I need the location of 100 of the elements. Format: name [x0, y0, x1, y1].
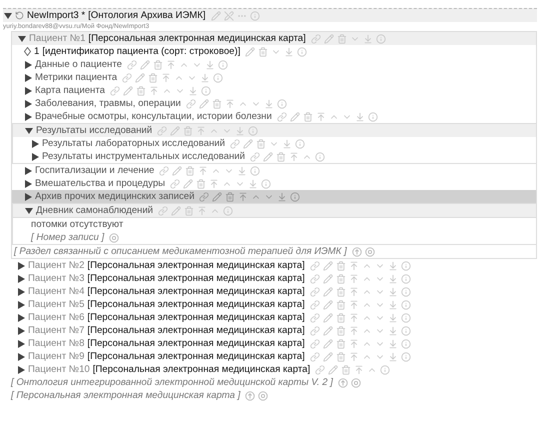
- expand-triangle-icon[interactable]: [24, 74, 32, 82]
- tree-node-row[interactable]: Результаты исследований: [13, 124, 536, 137]
- info-icon[interactable]: [376, 34, 386, 44]
- circled-arrow-icon[interactable]: [245, 390, 256, 400]
- trash-icon[interactable]: [148, 72, 158, 82]
- trash-icon[interactable]: [336, 260, 346, 270]
- pencil-icon[interactable]: [328, 364, 338, 374]
- arrow-down-to-line-icon[interactable]: [362, 34, 373, 44]
- info-icon[interactable]: [261, 178, 272, 188]
- info-icon[interactable]: [400, 300, 411, 310]
- info-icon[interactable]: [218, 60, 228, 70]
- tree-node-row[interactable]: Дневник самонаблюдений: [13, 204, 536, 217]
- arrow-down-to-line-icon[interactable]: [248, 178, 258, 188]
- tree-node-row[interactable]: Пациент №10 [Персональная электронная медицинская карта]: [11, 363, 537, 376]
- arrow-up-to-line-icon[interactable]: [348, 312, 359, 322]
- tree-node-row[interactable]: Пациент №8 [Персональная электронная медицинская карта]: [11, 337, 537, 350]
- info-icon[interactable]: [400, 338, 411, 348]
- arrow-up-to-line-icon[interactable]: [161, 72, 172, 82]
- arrow-down-to-line-icon[interactable]: [388, 260, 398, 270]
- attribute-row[interactable]: 1 [идентификатор пациента (сорт: строковое)]: [12, 45, 536, 58]
- expand-triangle-icon[interactable]: [17, 288, 25, 296]
- expand-triangle-icon[interactable]: [24, 166, 32, 174]
- expand-triangle-icon[interactable]: [24, 112, 32, 120]
- arrow-up-to-line-icon[interactable]: [238, 192, 248, 202]
- circled-dot-icon[interactable]: [258, 390, 268, 400]
- link-icon[interactable]: [230, 138, 240, 148]
- trash-icon[interactable]: [212, 98, 222, 108]
- circled-arrow-icon[interactable]: [352, 246, 362, 256]
- link-icon[interactable]: [310, 352, 320, 362]
- arrow-up-to-line-icon[interactable]: [348, 260, 359, 270]
- arrow-up-to-line-icon[interactable]: [348, 300, 359, 310]
- link-icon[interactable]: [310, 34, 321, 44]
- tree-node-row[interactable]: Карта пациента: [12, 84, 536, 97]
- expand-triangle-icon[interactable]: [17, 352, 25, 360]
- arrow-up-to-line-icon[interactable]: [148, 86, 159, 96]
- info-icon[interactable]: [368, 112, 378, 122]
- trash-icon[interactable]: [341, 364, 352, 374]
- pencil-icon[interactable]: [263, 152, 274, 162]
- info-icon[interactable]: [315, 152, 326, 162]
- info-icon[interactable]: [200, 86, 211, 96]
- arrow-up-to-line-icon[interactable]: [316, 112, 326, 122]
- tree-node-row[interactable]: Врачебные осмотры, консультации, истории болезни: [12, 110, 536, 123]
- expand-triangle-icon[interactable]: [17, 274, 25, 282]
- tree-node-row[interactable]: Архив прочих медицинских записей: [12, 190, 536, 203]
- arrow-down-to-line-icon[interactable]: [388, 312, 398, 322]
- trash-icon[interactable]: [183, 126, 194, 136]
- info-icon[interactable]: [248, 126, 258, 136]
- arrow-up-to-line-icon[interactable]: [224, 98, 235, 108]
- pencil-icon[interactable]: [122, 86, 133, 96]
- pencil-icon[interactable]: [245, 46, 256, 56]
- tree-node-row[interactable]: Метрики пациента: [12, 71, 536, 84]
- pencil-icon[interactable]: [210, 10, 221, 20]
- link-icon[interactable]: [170, 178, 180, 188]
- expand-triangle-icon[interactable]: [17, 366, 25, 374]
- trash-icon[interactable]: [184, 206, 194, 216]
- pencil-icon[interactable]: [290, 112, 300, 122]
- tree-node-row[interactable]: Пациент №4 [Персональная электронная медицинская карта]: [11, 285, 537, 298]
- pencil-icon[interactable]: [322, 338, 333, 348]
- tree-node-row[interactable]: Данные о пациенте: [12, 58, 536, 71]
- info-icon[interactable]: [400, 352, 411, 362]
- arrow-down-to-line-icon[interactable]: [388, 274, 398, 284]
- trash-icon[interactable]: [336, 274, 346, 284]
- info-icon[interactable]: [400, 312, 411, 322]
- link-icon[interactable]: [310, 312, 320, 322]
- arrow-down-to-line-icon[interactable]: [388, 286, 398, 296]
- arrow-down-to-line-icon[interactable]: [188, 86, 198, 96]
- info-icon[interactable]: [250, 166, 260, 176]
- trash-icon[interactable]: [185, 166, 196, 176]
- arrow-up-to-line-icon[interactable]: [209, 178, 220, 188]
- arrow-up-to-line-icon[interactable]: [197, 206, 208, 216]
- pencil-icon[interactable]: [170, 126, 180, 136]
- link-icon[interactable]: [199, 192, 210, 202]
- info-icon[interactable]: [294, 138, 305, 148]
- expand-triangle-icon[interactable]: [17, 300, 25, 308]
- expand-triangle-icon[interactable]: [17, 326, 25, 334]
- pencil-icon[interactable]: [172, 166, 182, 176]
- circled-dot-icon[interactable]: [109, 232, 120, 242]
- tree-node-row[interactable]: Госпитализации и лечение: [12, 164, 536, 177]
- link-icon[interactable]: [157, 126, 168, 136]
- arrow-down-to-line-icon[interactable]: [282, 138, 292, 148]
- trash-icon[interactable]: [336, 326, 346, 336]
- link-icon[interactable]: [310, 274, 320, 284]
- collapse-triangle-icon[interactable]: [25, 126, 33, 134]
- trash-icon[interactable]: [336, 338, 346, 348]
- arrow-down-to-line-icon[interactable]: [237, 166, 248, 176]
- tree-node-row[interactable]: Пациент №5 [Персональная электронная медицинская карта]: [11, 298, 537, 311]
- arrow-down-to-line-icon[interactable]: [388, 352, 398, 362]
- pencil-icon[interactable]: [183, 178, 194, 188]
- arrow-up-to-line-icon[interactable]: [348, 286, 359, 296]
- pencil-off-icon[interactable]: [224, 10, 234, 20]
- collapse-triangle-icon[interactable]: [18, 34, 26, 42]
- circled-dot-icon[interactable]: [364, 246, 375, 256]
- pencil-icon[interactable]: [322, 326, 333, 336]
- trash-icon[interactable]: [336, 34, 347, 44]
- pencil-icon[interactable]: [171, 206, 182, 216]
- trash-icon[interactable]: [256, 138, 266, 148]
- tree-node-row[interactable]: Результаты инструментальных исследований: [13, 150, 536, 163]
- arrow-down-to-line-icon[interactable]: [388, 326, 398, 336]
- arrow-up-to-line-icon[interactable]: [348, 352, 359, 362]
- tree-node-row[interactable]: Вмешательства и процедуры: [12, 177, 536, 190]
